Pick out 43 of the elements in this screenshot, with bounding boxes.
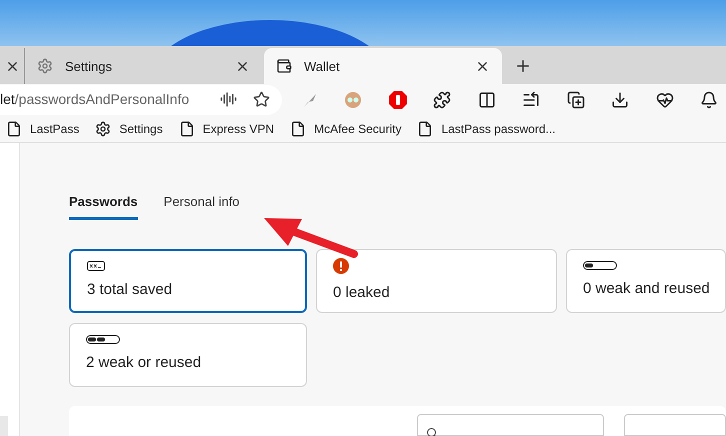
read-aloud-icon[interactable] [220,91,237,108]
browser-tab[interactable]: Wallet [264,48,502,84]
bookmark[interactable]: LastPass [6,120,80,138]
bookmark[interactable]: LastPass password... [417,120,556,138]
page-icon [6,120,22,137]
bookmark[interactable]: Express VPN [178,120,274,138]
favorites-icon[interactable] [522,90,540,109]
summary-card[interactable]: 0 leaked [316,249,557,313]
search-field[interactable] [417,414,604,436]
alert-icon [333,258,349,274]
notification-icon[interactable] [700,90,718,109]
tab-title: Wallet [304,58,341,76]
search-icon [426,427,438,436]
health-icon[interactable] [656,90,674,109]
card-label: 2 weak or reused [86,353,202,374]
favorite-icon[interactable] [253,91,270,108]
card-label: 0 leaked [333,282,391,303]
card-label: 3 total saved [87,280,174,300]
strength-meter-icon [86,335,120,344]
section-tab[interactable]: Passwords [69,189,138,220]
bookmark[interactable]: McAfee Security [290,120,402,138]
card-label: 0 weak and reused [583,279,709,300]
bookmark[interactable]: Settings [95,120,163,138]
strength-meter-icon [583,261,617,270]
stop-hand-icon[interactable] [388,90,407,109]
section-tab[interactable]: Personal info [164,189,240,220]
tab-title: Settings [65,58,113,76]
summary-card[interactable]: 3 total saved [69,249,307,313]
gear-icon [95,120,112,137]
page-icon [178,120,195,137]
collections-icon[interactable] [566,90,585,109]
split-screen-icon[interactable] [478,90,496,109]
address-bar[interactable]: let/passwordsAndPersonalInfo [0,84,282,115]
url-text: let/passwordsAndPersonalInfo [0,90,190,110]
download-icon[interactable] [611,90,630,109]
summary-card[interactable]: 0 weak and reused [566,249,726,313]
password-icon [87,260,105,271]
extensions-icon[interactable] [433,90,452,109]
gear-icon [37,58,53,74]
page-icon [290,120,306,137]
page-icon [417,120,434,137]
wallet-icon [276,58,292,74]
summary-card[interactable]: 2 weak or reused [69,323,307,387]
